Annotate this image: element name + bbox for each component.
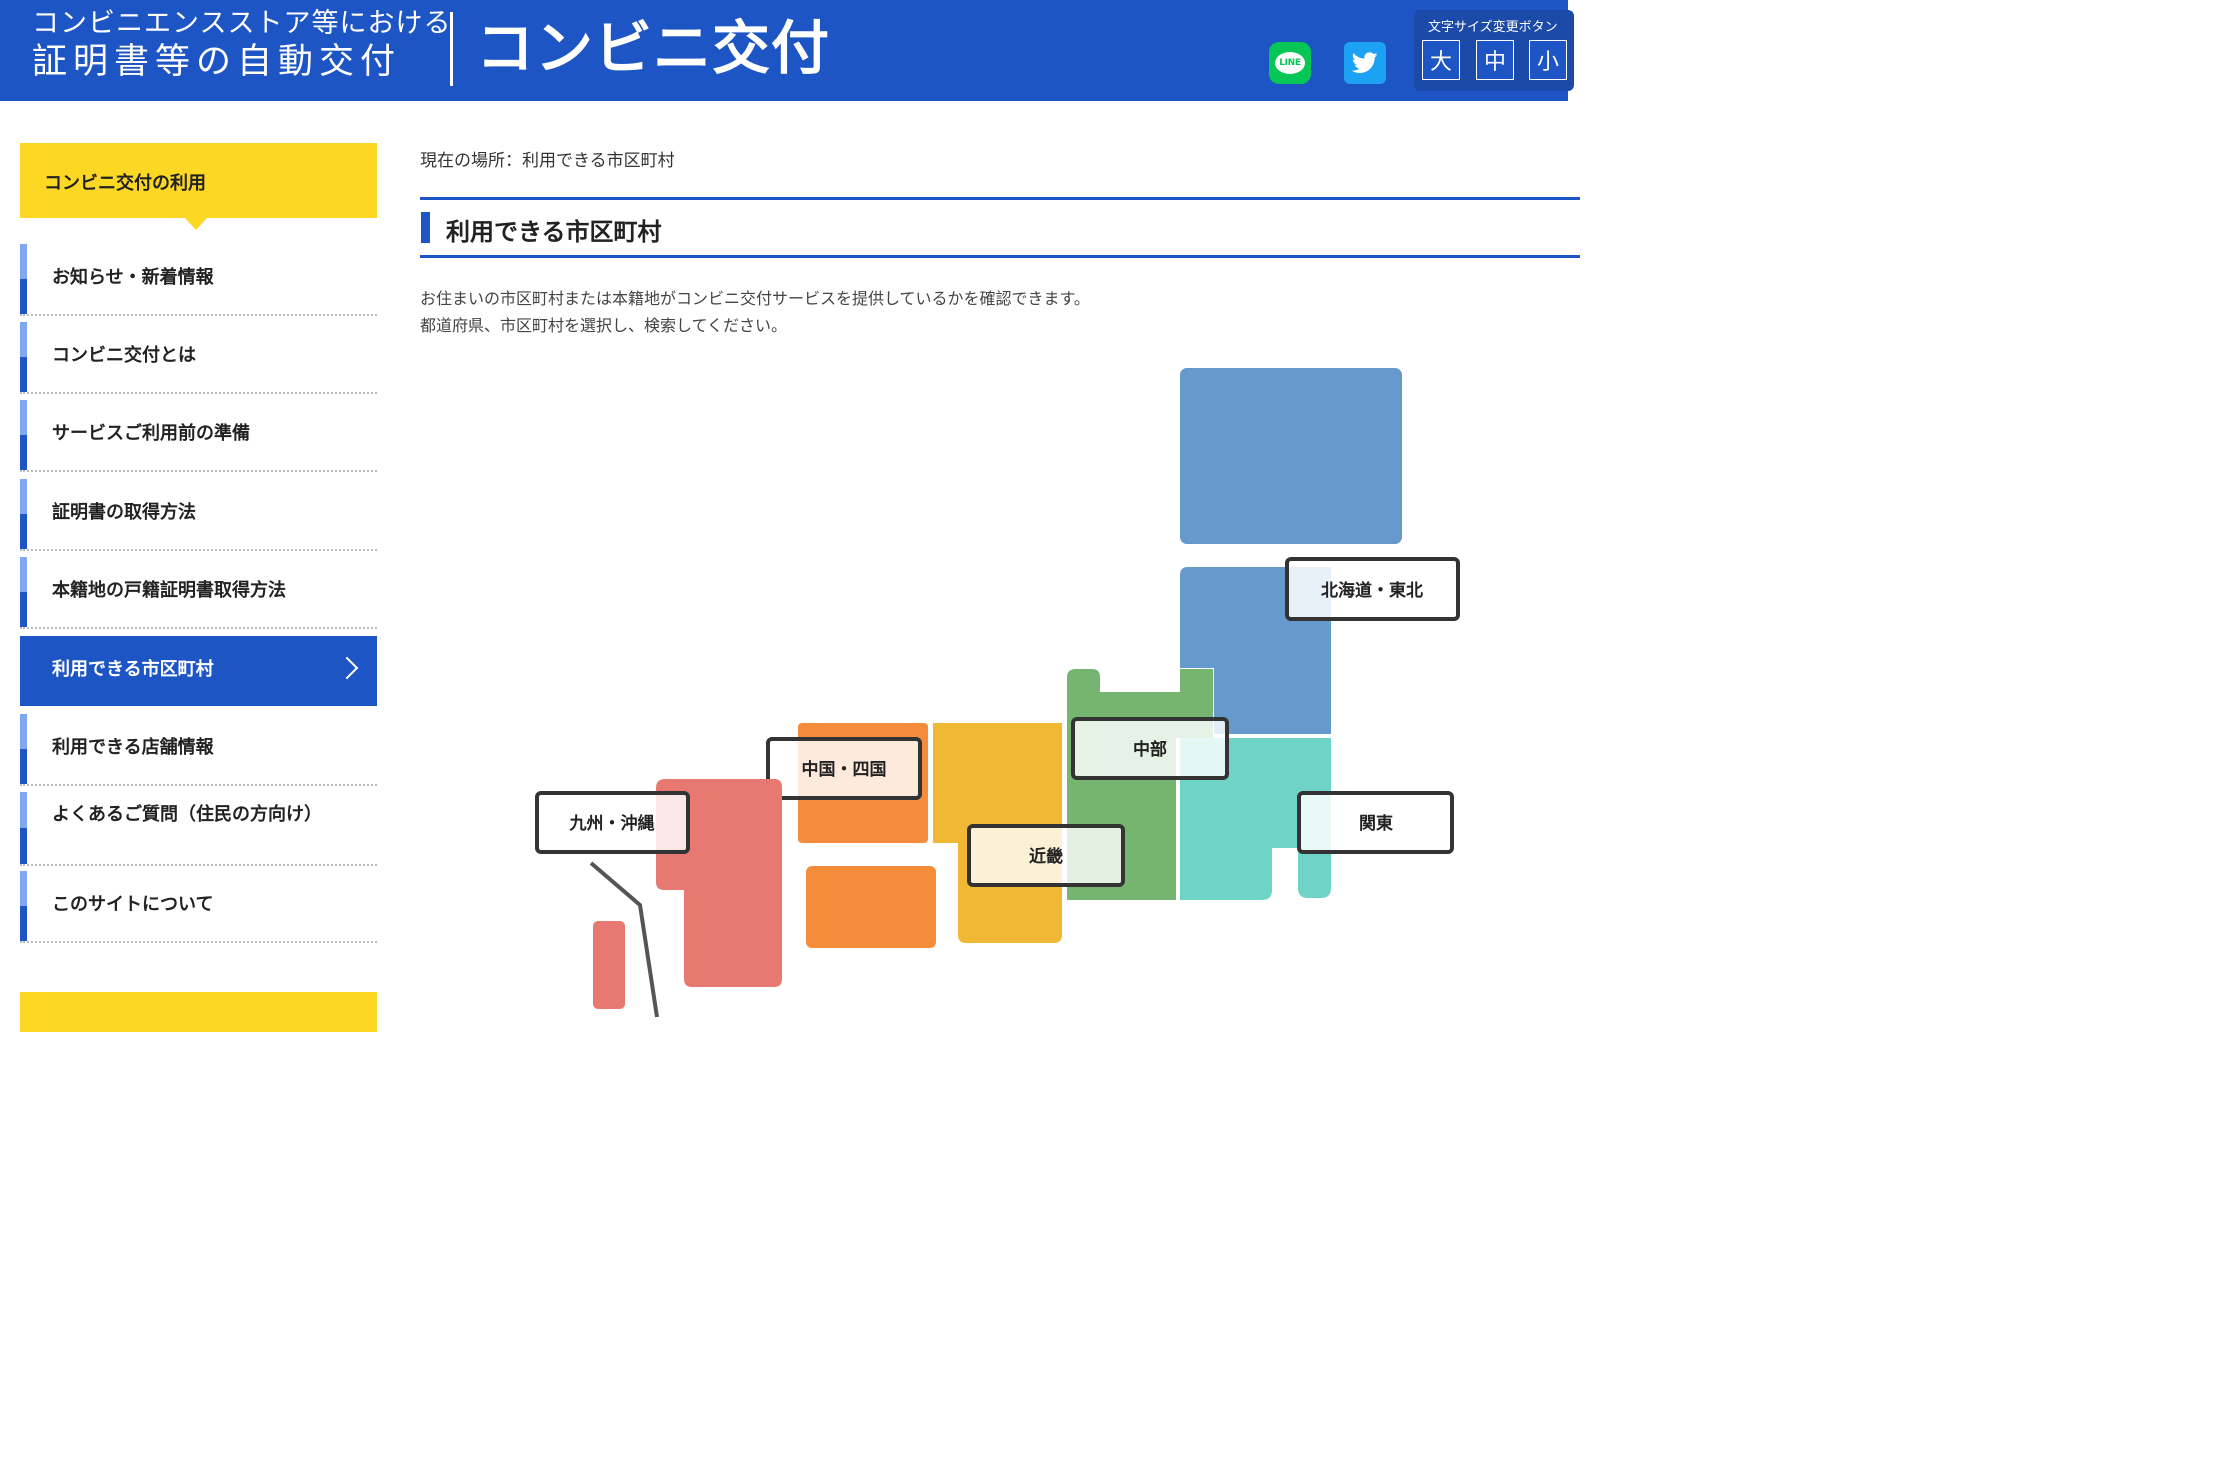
service-name[interactable]: コンビニ交付 xyxy=(476,10,830,86)
sidebar-item-marker xyxy=(20,557,27,627)
sidebar-item-faq[interactable]: よくあるご質問（住民の方向け） xyxy=(20,792,377,866)
sidebar-item-marker xyxy=(20,871,27,941)
sidebar-item-how-to-obtain[interactable]: 証明書の取得方法 xyxy=(20,479,377,551)
sidebar-item-stores[interactable]: 利用できる店舗情報 xyxy=(20,714,377,786)
sidebar-item-marker xyxy=(20,714,27,784)
sidebar-section-title: コンビニ交付の利用 xyxy=(44,173,206,194)
title-divider xyxy=(450,12,453,86)
sidebar-next-section-header xyxy=(20,992,377,1032)
sidebar-item-label: 証明書の取得方法 xyxy=(52,502,196,523)
sidebar-item-label: 本籍地の戸籍証明書取得方法 xyxy=(52,580,286,601)
region-chugoku-shikoku[interactable]: 中国・四国 xyxy=(766,723,936,948)
region-kyushu-okinawa[interactable]: 九州・沖縄 xyxy=(535,779,782,1018)
twitter-icon xyxy=(1352,52,1378,73)
sidebar-item-about-service[interactable]: コンビニ交付とは xyxy=(20,322,377,394)
region-label-chugoku-shikoku: 中国・四国 xyxy=(802,759,887,780)
font-size-switcher: 文字サイズ変更ボタン 大 中 小 xyxy=(1414,10,1574,91)
page-description: お住まいの市区町村または本籍地がコンビニ交付サービスを提供しているかを確認できま… xyxy=(420,285,1090,339)
region-hokkaido-tohoku[interactable]: 北海道・東北 xyxy=(1180,368,1460,734)
site-header: コンビニエンスストア等における 証明書等の自動交付 コンビニ交付 LINE 文字… xyxy=(0,0,1574,101)
sidebar-item-marker xyxy=(20,792,27,864)
sidebar-item-preparation[interactable]: サービスご利用前の準備 xyxy=(20,400,377,472)
sidebar-item-label: コンビニ交付とは xyxy=(52,345,196,366)
shikoku-shape[interactable] xyxy=(806,866,936,948)
sidebar-item-marker xyxy=(20,322,27,392)
site-title-line1: コンビニエンスストア等における xyxy=(32,8,452,39)
site-title[interactable]: コンビニエンスストア等における 証明書等の自動交付 xyxy=(32,8,451,84)
sidebar-item-label: 利用できる店舗情報 xyxy=(52,737,214,758)
sidebar-item-about-site[interactable]: このサイトについて xyxy=(20,871,377,943)
sidebar-header-pointer xyxy=(185,218,207,230)
sidebar-item-label: お知らせ・新着情報 xyxy=(52,267,214,288)
sidebar-item-municipalities[interactable]: 利用できる市区町村 xyxy=(20,636,377,706)
region-label-chubu: 中部 xyxy=(1133,739,1167,760)
page-description-line1: お住まいの市区町村または本籍地がコンビニ交付サービスを提供しているかを確認できま… xyxy=(420,289,1090,308)
sidebar-item-family-register[interactable]: 本籍地の戸籍証明書取得方法 xyxy=(20,557,377,629)
sidebar-item-label: よくあるご質問（住民の方向け） xyxy=(52,804,322,825)
font-size-medium-button[interactable]: 中 xyxy=(1476,40,1514,80)
font-size-small-button[interactable]: 小 xyxy=(1529,40,1567,80)
line-share-button[interactable]: LINE xyxy=(1269,42,1311,84)
font-size-large-button[interactable]: 大 xyxy=(1422,40,1460,80)
page-title: 利用できる市区町村 xyxy=(446,218,662,246)
sidebar-item-marker xyxy=(20,400,27,470)
page-title-bar: 利用できる市区町村 xyxy=(420,197,1580,258)
font-size-label: 文字サイズ変更ボタン xyxy=(1428,20,1558,35)
sidebar-item-label: 利用できる市区町村 xyxy=(52,659,214,680)
sidebar-item-label: このサイトについて xyxy=(52,894,214,915)
region-label-kyushu-okinawa: 九州・沖縄 xyxy=(569,813,655,834)
sidebar-item-label: サービスご利用前の準備 xyxy=(52,423,250,444)
region-label-kinki: 近畿 xyxy=(1029,846,1063,867)
page-description-line2: 都道府県、市区町村を選択し、検索してください。 xyxy=(420,316,788,335)
breadcrumb: 現在の場所：利用できる市区町村 xyxy=(420,151,675,171)
sidebar-item-news[interactable]: お知らせ・新着情報 xyxy=(20,244,377,316)
page-title-marker xyxy=(421,212,430,243)
line-icon: LINE xyxy=(1275,52,1305,74)
sidebar-item-marker xyxy=(20,244,27,314)
okinawa-shape[interactable] xyxy=(593,921,625,1009)
region-label-kanto: 関東 xyxy=(1359,813,1393,834)
region-label-hokkaido-tohoku: 北海道・東北 xyxy=(1321,580,1423,601)
site-title-line2: 証明書等の自動交付 xyxy=(32,42,402,82)
sidebar-item-marker xyxy=(20,479,27,549)
hokkaido-shape[interactable] xyxy=(1180,368,1402,544)
twitter-share-button[interactable] xyxy=(1344,42,1386,84)
sidebar-section-header: コンビニ交付の利用 xyxy=(20,143,377,218)
chevron-right-icon xyxy=(335,656,359,680)
